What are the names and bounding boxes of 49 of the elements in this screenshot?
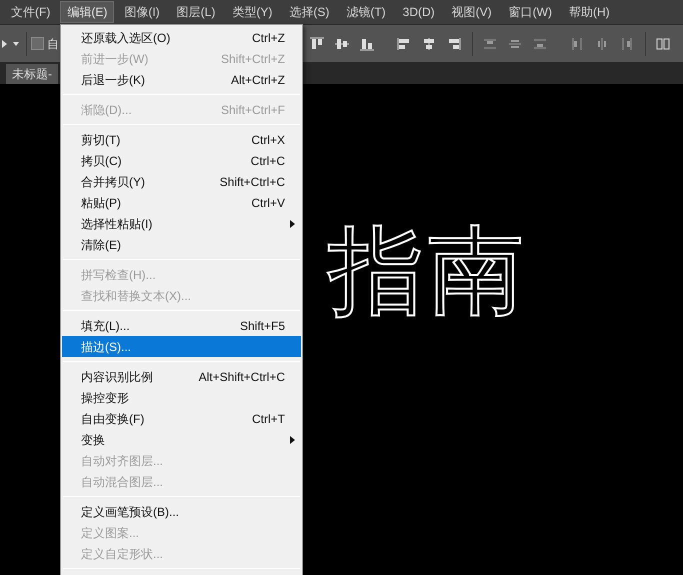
menu-item[interactable]: 清除(E): [62, 234, 301, 255]
distribute-bottom-icon[interactable]: [532, 36, 548, 50]
menu-item[interactable]: 后退一步(K) Alt+Ctrl+Z: [62, 69, 301, 90]
shortcut-text: Shift+Ctrl+F: [220, 102, 285, 118]
menu-bar-item[interactable]: 视图(V): [444, 1, 499, 23]
move-tool-icon[interactable]: [2, 38, 20, 48]
menu-item[interactable]: 描边(S)...: [62, 336, 301, 357]
menu-item[interactable]: 操控变形: [62, 387, 301, 408]
menu-item[interactable]: 内容识别比例 Alt+Shift+Ctrl+C: [62, 366, 301, 387]
menu-bar-item[interactable]: 图像(I): [117, 1, 167, 23]
align-right-icon[interactable]: [447, 36, 463, 50]
menu-bar-item[interactable]: 窗口(W): [502, 1, 559, 23]
shortcut-text: Ctrl+X: [251, 132, 285, 148]
shortcut-text: Ctrl+C: [250, 152, 285, 170]
menu-item[interactable]: 剪切(T) Ctrl+X: [62, 129, 301, 150]
menu-item[interactable]: 粘贴(P) Ctrl+V: [62, 192, 301, 213]
menu-bar-item[interactable]: 滤镜(T): [339, 1, 393, 23]
align-vertical-center-icon[interactable]: [334, 36, 350, 50]
selection-outline-text: 指南: [328, 224, 528, 320]
shortcut-text: Alt+Ctrl+Z: [230, 72, 285, 88]
align-top-icon[interactable]: [309, 36, 325, 50]
shortcut-text: Shift+F5: [240, 318, 285, 334]
menu-item[interactable]: 拷贝(C) Ctrl+C: [62, 150, 301, 171]
checkbox[interactable]: [31, 37, 44, 50]
menu-bar-item[interactable]: 3D(D): [396, 1, 442, 23]
menu-item[interactable]: 选择性粘贴(I): [62, 213, 301, 234]
menu-bar-item[interactable]: 类型(Y): [225, 1, 280, 23]
document-tab[interactable]: 未标题-: [6, 64, 58, 84]
auto-align-icon[interactable]: [655, 36, 671, 50]
menu-item[interactable]: 定义画笔预设(B)...: [62, 501, 301, 522]
auto-select-label: 自: [47, 36, 59, 52]
shortcut-text: Alt+Shift+Ctrl+C: [198, 368, 285, 386]
shortcut-text: Ctrl+V: [251, 194, 285, 212]
menu-item[interactable]: 合并拷贝(Y) Shift+Ctrl+C: [62, 171, 301, 192]
menu-item[interactable]: 变换: [62, 429, 301, 450]
menu-bar-item[interactable]: 帮助(H): [562, 1, 617, 23]
menu-item[interactable]: 还原载入选区(O) Ctrl+Z: [62, 27, 301, 48]
menu-item[interactable]: 自由变换(F) Ctrl+T: [62, 408, 301, 429]
shortcut-text: Ctrl+T: [252, 410, 285, 428]
menu-bar-item[interactable]: 编辑(E): [60, 1, 114, 23]
menu-bar-item[interactable]: 图层(L): [170, 1, 222, 23]
menu-bar-item[interactable]: 文件(F): [4, 1, 58, 23]
menu-item[interactable]: 填充(L)... Shift+F5: [62, 315, 301, 336]
align-bottom-icon[interactable]: [359, 36, 375, 50]
shortcut-text: Shift+Ctrl+C: [220, 174, 285, 190]
distribute-top-icon[interactable]: [482, 36, 498, 50]
shortcut-text: Ctrl+Z: [252, 30, 285, 46]
shortcut-text: Shift+Ctrl+Z: [220, 50, 285, 68]
menu-bar-item[interactable]: 选择(S): [282, 1, 336, 23]
